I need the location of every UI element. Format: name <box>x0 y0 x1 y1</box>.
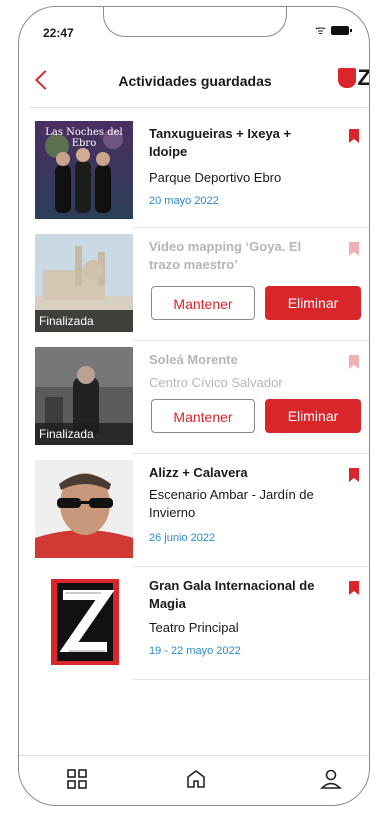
zaragoza-logo: Z <box>337 65 370 90</box>
event-place: Escenario Ambar - Jardín de Invierno <box>149 487 314 520</box>
bottom-navigation <box>19 767 369 797</box>
list-item[interactable]: Alizz + Calavera Escenario Ambar - Jardí… <box>19 458 369 567</box>
event-thumbnail <box>35 460 133 558</box>
event-info: Soleá Morente Centro Cívico Salvador <box>149 351 329 392</box>
battery-icon <box>331 25 352 35</box>
event-name: Alizz + Calavera <box>149 465 248 480</box>
status-badge: Finalizada <box>35 423 133 445</box>
logo-z: Z <box>357 65 370 90</box>
divider <box>133 566 369 567</box>
event-date: 20 mayo 2022 <box>149 195 219 207</box>
event-info: Tanxugueiras + Ixeya + Idoipe Parque Dep… <box>149 125 329 207</box>
status-time: 22:47 <box>43 26 74 40</box>
event-date: 19 - 22 mayo 2022 <box>149 645 241 657</box>
bottom-divider <box>19 755 369 756</box>
event-thumbnail <box>35 573 133 671</box>
notch <box>103 7 287 37</box>
event-name: Gran Gala Internacional de Magia <box>149 578 315 611</box>
page-title: Actividades guardadas <box>118 73 272 89</box>
list-item[interactable]: Las Noches del Ebro Tanxugueiras + Ixeya… <box>19 119 369 228</box>
event-thumbnail: Las Noches del Ebro <box>35 121 133 219</box>
list-item[interactable]: Finalizada Soleá Morente Centro Cívico S… <box>19 345 369 454</box>
list-item[interactable]: Gran Gala Internacional de Magia Teatro … <box>19 571 369 680</box>
bookmark-icon[interactable] <box>349 242 359 256</box>
divider <box>133 453 369 454</box>
bookmark-icon[interactable] <box>349 355 359 369</box>
home-icon[interactable] <box>184 767 208 791</box>
wifi-icon: ᯤ <box>315 23 326 37</box>
keep-button[interactable]: Mantener <box>151 399 255 433</box>
event-thumbnail: Finalizada <box>35 347 133 445</box>
user-icon[interactable] <box>319 767 343 791</box>
event-place: Centro Cívico Salvador <box>149 375 283 390</box>
finished-actions: Mantener Eliminar <box>151 399 361 433</box>
event-info: Gran Gala Internacional de Magia Teatro … <box>149 577 329 657</box>
divider <box>133 227 369 228</box>
header-divider <box>29 107 369 108</box>
keep-button[interactable]: Mantener <box>151 286 255 320</box>
status-badge: Finalizada <box>35 310 133 332</box>
grid-icon[interactable] <box>65 767 89 791</box>
divider <box>133 340 369 341</box>
divider <box>133 679 369 680</box>
bookmark-icon[interactable] <box>349 468 359 482</box>
event-place: Teatro Principal <box>149 620 239 635</box>
event-name: Tanxugueiras + Ixeya + Idoipe <box>149 126 292 159</box>
status-icons: ᯤ <box>315 23 352 37</box>
thumbnail-caption: Las Noches del Ebro <box>45 127 123 149</box>
event-place: Parque Deportivo Ebro <box>149 170 282 185</box>
finished-actions: Mantener Eliminar <box>151 286 361 320</box>
event-info: Alizz + Calavera Escenario Ambar - Jardí… <box>149 464 329 544</box>
delete-button[interactable]: Eliminar <box>265 286 361 320</box>
shield-icon <box>337 68 356 88</box>
list-item[interactable]: Finalizada Video mapping ‘Goya. El trazo… <box>19 232 369 341</box>
header: Actividades guardadas Z <box>19 65 370 105</box>
event-thumbnail: Finalizada <box>35 234 133 332</box>
delete-button[interactable]: Eliminar <box>265 399 361 433</box>
event-name: Soleá Morente <box>149 352 238 367</box>
bookmark-icon[interactable] <box>349 129 359 143</box>
event-name: Video mapping ‘Goya. El trazo maestro’ <box>149 239 302 272</box>
bookmark-icon[interactable] <box>349 581 359 595</box>
event-date: 26 junio 2022 <box>149 532 216 544</box>
event-info: Video mapping ‘Goya. El trazo maestro’ <box>149 238 329 274</box>
phone-frame: 22:47 ᯤ Actividades guardadas Z Las Noch… <box>18 6 370 806</box>
